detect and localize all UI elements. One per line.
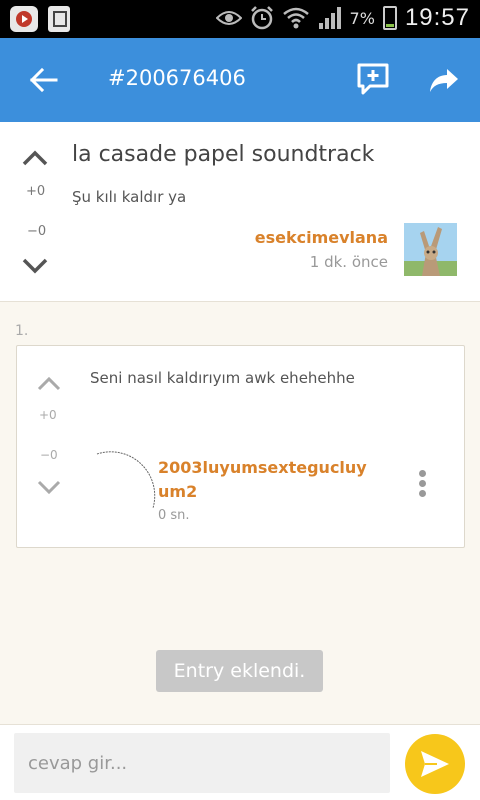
alarm-icon (250, 6, 273, 30)
page-title: #200676406 (108, 66, 246, 90)
upvote-count: +0 (26, 184, 46, 199)
downvote-chevron-icon[interactable] (22, 258, 48, 274)
wifi-icon (282, 7, 309, 29)
upvote-count: +0 (39, 408, 57, 422)
downvote-count: −0 (27, 224, 47, 239)
toast-message: Entry eklendi. (156, 650, 323, 692)
upvote-chevron-icon[interactable] (37, 377, 61, 391)
send-button[interactable] (405, 734, 465, 794)
youtube-icon (10, 6, 38, 32)
entry-card: +0 −0 Seni nasıl kaldırıyım awk ehehehhe… (16, 345, 465, 548)
share-icon[interactable] (428, 64, 460, 96)
avatar[interactable] (404, 223, 457, 276)
entry-index: 1. (15, 323, 29, 339)
eye-icon (215, 11, 242, 25)
entry-time: 0 sn. (158, 508, 190, 523)
downvote-count: −0 (40, 448, 58, 462)
add-entry-icon[interactable] (356, 62, 390, 96)
battery-charging-icon (382, 6, 397, 30)
loading-spinner-icon (96, 451, 156, 509)
topic-card: +0 −0 la casade papel soundtrack Şu kılı… (0, 122, 480, 302)
reply-bar (0, 724, 480, 800)
send-icon (421, 751, 449, 777)
topic-title: la casade papel soundtrack (72, 142, 375, 167)
battery-percent: 7% (349, 8, 375, 28)
entry-author[interactable]: 2003luyumsextegucluyum2 (158, 456, 376, 504)
topic-time: 1 dk. önce (309, 253, 388, 271)
clock: 19:57 (404, 4, 470, 31)
topic-author[interactable]: esekcimevlana (255, 228, 388, 247)
entry-text: Seni nasıl kaldırıyım awk ehehehhe (90, 369, 355, 387)
signal-icon (318, 7, 341, 29)
upvote-chevron-icon[interactable] (22, 150, 48, 166)
back-arrow-icon[interactable] (26, 62, 62, 98)
status-bar: 7% 19:57 (0, 0, 480, 38)
reply-input[interactable] (14, 733, 390, 793)
more-options-icon[interactable] (416, 470, 428, 500)
downvote-chevron-icon[interactable] (37, 480, 61, 494)
app-bar: #200676406 (0, 38, 480, 122)
topic-text: Şu kılı kaldır ya (72, 188, 187, 206)
sim-card-icon (48, 6, 70, 32)
